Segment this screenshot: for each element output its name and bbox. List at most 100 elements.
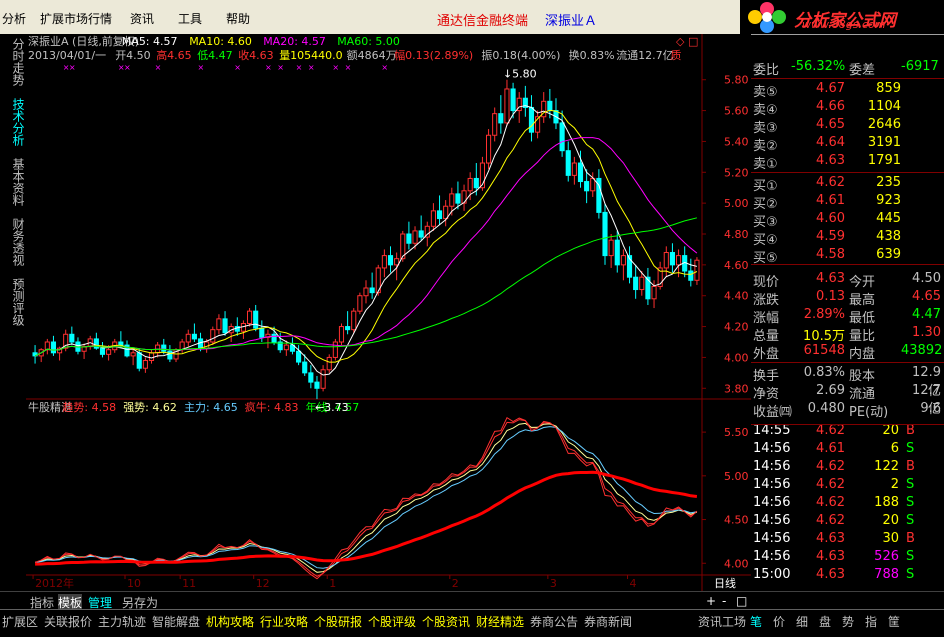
signal-marker: × [198,63,205,72]
candle-body [449,193,455,207]
quote-tab-7[interactable]: 筐 [888,613,900,630]
price-tick-label: 4.20 [724,321,749,334]
menu-analysis[interactable]: 分析 [2,10,26,27]
nav-financials[interactable]: 财务透视 [10,218,25,266]
menu-tools[interactable]: 工具 [178,10,202,27]
bottom-tab-1[interactable]: 关联报价 [44,613,92,630]
candle-body [106,349,112,355]
quote-cell: 788 [874,567,899,582]
bottom-tab-3[interactable]: 智能解盘 [152,613,200,630]
candle-body [99,347,106,355]
restore-button[interactable]: □ [736,594,747,608]
nav-technical[interactable]: 技术分析 [10,98,25,146]
candle-body [381,255,387,269]
candle-body [185,333,191,343]
sell-level-5: 卖⑤ 4.67 859 [751,80,944,100]
sell-level-1: 卖① 4.63 1791 [751,152,944,172]
quote-cell: 0.83% [803,365,845,380]
menu-ext-market[interactable]: 扩展市场行情 [40,10,112,27]
flower-logo-icon [748,2,786,33]
quote-cell: 2.69 [816,383,845,398]
signal-marker: × [296,63,303,72]
quote-cell: 445 [876,211,901,226]
quote-tab-2[interactable]: 价 [773,613,785,630]
candle-body [357,295,363,312]
candle-body [602,211,608,257]
quote-cell: 14:56 [753,513,791,528]
bottom-tab-10[interactable]: 券商公告 [530,613,578,630]
candle-body [296,350,302,363]
stat-row-0: 现价 4.63 今开 4.50 [751,270,944,290]
sell-level-2: 卖② 4.64 3191 [751,134,944,154]
panel-separator [751,172,944,173]
candle-body [418,230,424,238]
bottom-tab-5[interactable]: 行业攻略 [260,613,308,630]
ind-tick-label: 4.50 [724,514,749,527]
zoom-out-button[interactable]: - [722,594,726,608]
candle-body [394,258,400,266]
app-title: 通达信金融终端 [437,14,529,29]
menu-help[interactable]: 帮助 [226,10,250,27]
nav-fundamentals[interactable]: 基本资料 [10,158,25,206]
signal-marker: × [265,63,272,72]
quote-cell: 14:56 [753,477,791,492]
quote-tab-6[interactable]: 指 [865,613,877,630]
bottom-tab-0[interactable]: 扩展区 [2,613,38,630]
ohlc-info-7: 幅0.13(2.89%) [394,49,473,62]
candle-body [663,252,669,269]
quote-cell: 外盘 [753,347,780,362]
quote-cell: S [906,441,915,456]
quote-cell: 4.62 [816,459,845,474]
quote-cell: 4.63 [816,549,845,564]
bottom-tab-7[interactable]: 个股评级 [368,613,416,630]
quote-cell: 14:56 [753,459,791,474]
candle-body [430,210,436,227]
quote-cell: 4.62 [816,495,845,510]
ind-tick-label: 4.00 [724,557,749,570]
ohlc-info-8: 振0.18(4.00%) [481,48,560,62]
bottom-tab-2[interactable]: 主力轨迹 [98,613,146,630]
bottom-tab-4[interactable]: 机构攻略 [206,613,254,630]
signal-marker: × [277,63,284,72]
candle-body [222,318,228,334]
bottom-tab-8[interactable]: 个股资讯 [422,613,470,630]
ma-legend-4: MA60: 5.00 [337,35,400,48]
ma-legend-3: MA20: 4.57 [263,35,326,48]
nav-intraday[interactable]: 分时走势 [10,38,25,86]
nav-ratings[interactable]: 预测评级 [10,278,25,326]
bottom-tabs: 扩展区 关联报价 主力轨迹 智能解盘 机构攻略 行业攻略 个股研报 个股评级 个股资讯 财经精选券… [0,609,944,632]
stat-row-2: 涨幅 2.89% 最低 4.47 [751,306,944,326]
x-tick-label: 10 [127,577,141,590]
candle-body [302,361,308,374]
price-chart[interactable]: 深振业A (日线,前复权)MA5: 4.57 MA10: 4.60 MA20: 4.… [26,34,751,591]
tick-row: 14:56 4.61 6 S [751,440,944,458]
candle-body [694,259,700,281]
quote-cell: S [906,495,915,510]
corner-icons[interactable]: ◇ □ [676,35,698,48]
quote-cell: B [906,423,915,438]
quote-cell: 14:56 [753,531,791,546]
bottom-tab-6[interactable]: 个股研报 [314,613,362,630]
tick-row: 14:56 4.62 2 S [751,476,944,494]
quote-tab-0[interactable]: 资讯工场 [698,613,746,630]
quote-cell: 61548 [803,343,845,358]
quote-cell: B [906,531,915,546]
quote-tab-3[interactable]: 细 [796,613,808,630]
candle-body [326,356,332,371]
quote-tab-1[interactable]: 笔 [750,613,762,630]
signal-marker: × [234,63,241,72]
quote-tab-5[interactable]: 势 [842,613,854,630]
quote-cell: 188 [874,495,899,510]
quote-cell: S [906,567,915,582]
candle-body [142,360,148,369]
menu-news[interactable]: 资讯 [130,10,154,27]
zoom-in-button[interactable]: + [706,594,716,608]
candle-body [669,252,675,266]
quote-cell: 3191 [867,135,901,150]
bottom-tab-9[interactable]: 财经精选 [476,613,524,630]
candle-body [608,239,614,257]
quote-cell: 9.6 [920,401,941,416]
quote-tab-4[interactable]: 盘 [819,613,831,630]
bottom-tab-11[interactable]: 券商新闻 [584,613,632,630]
sell-level-4: 卖④ 4.66 1104 [751,98,944,118]
